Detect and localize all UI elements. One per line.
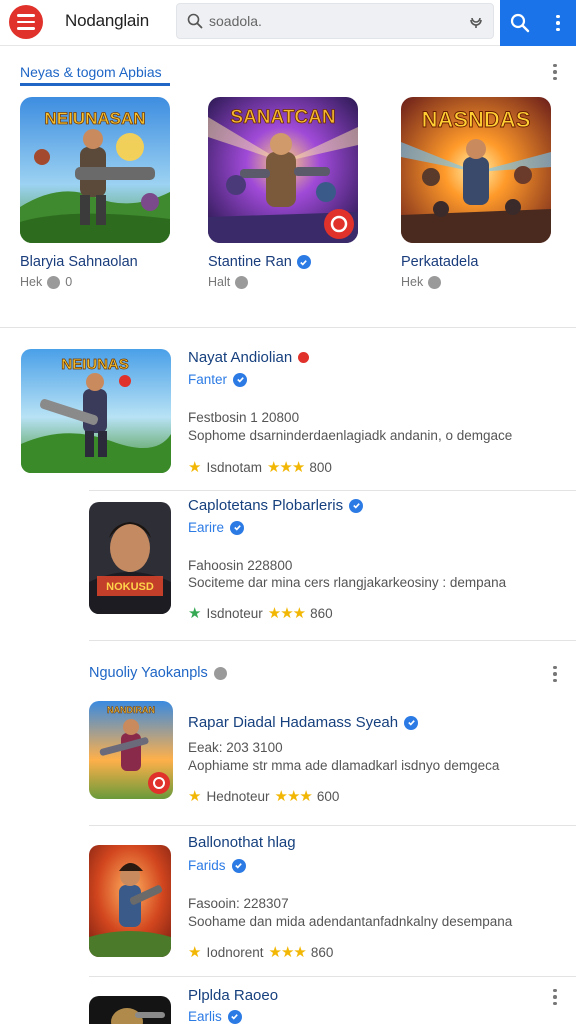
verified-icon [230, 520, 245, 535]
rating: ★ Isdnoteur ★★★ 860 [188, 605, 333, 622]
search-input[interactable] [209, 11, 449, 31]
menu-icon[interactable] [9, 5, 43, 39]
more-vert-icon[interactable] [547, 62, 563, 82]
artwork-logo-text: NANDIRAN [107, 705, 155, 715]
search-icon [510, 13, 530, 33]
divider [89, 640, 576, 641]
game-title[interactable]: Ballonothat hlag [188, 834, 296, 851]
artwork-logo-text: NEIUNASAN [44, 109, 145, 128]
card-meta: Hek [401, 275, 561, 289]
game-description: Sophome dsarninderdaenlagiadk andanin, o… [188, 428, 513, 443]
star-icon: ★ [188, 605, 202, 622]
game-title[interactable]: Caplotetans Plobarleris [188, 497, 364, 514]
game-title[interactable]: Rapar Diadal Hadamass Syeah [188, 714, 419, 731]
download-count: Eeak: 203 3100 [188, 740, 283, 755]
download-count: Fasooin: 228307 [188, 896, 289, 911]
artwork-logo-text: NEIUNAS [61, 356, 129, 373]
card-meta: Halt [208, 275, 368, 289]
stars-icon: ★★★ [266, 459, 305, 476]
verified-icon [227, 1009, 242, 1024]
more-vert-icon[interactable] [540, 0, 576, 46]
artwork-logo-text: SANATCAN [230, 107, 335, 128]
divider [0, 327, 576, 328]
star-icon: ★ [188, 459, 202, 476]
pin-icon [428, 275, 442, 289]
download-count: Fahoosin 228800 [188, 558, 293, 573]
rating: ★ Isdnotam ★★★ 800 [188, 459, 332, 476]
game-artwork: SANATCAN [208, 97, 358, 243]
stars-icon: ★★★ [268, 944, 307, 961]
game-artwork[interactable]: NANDIRAN [89, 701, 173, 799]
pin-icon [47, 275, 61, 289]
pin-icon [235, 275, 249, 289]
section-underline [20, 83, 170, 86]
top-app-bar: Nodanglain [0, 0, 576, 46]
app-title: Nodanglain [65, 11, 150, 30]
game-description: Aophiame str mma ade dlamadkarl isdnyo d… [188, 758, 500, 773]
card-title: Stantine Ran [208, 254, 368, 270]
game-artwork[interactable]: NOKUSD [89, 502, 171, 614]
search-field[interactable] [176, 3, 494, 39]
stars-icon: ★★★ [274, 788, 313, 805]
divider [89, 825, 576, 826]
publisher[interactable]: Farids [188, 858, 246, 873]
live-badge-icon [298, 352, 310, 363]
verified-icon [233, 372, 248, 387]
game-artwork: NASNDAS [401, 97, 551, 243]
game-artwork[interactable] [89, 845, 171, 957]
card-meta: Hek 0 [20, 275, 73, 289]
mic-icon[interactable] [469, 13, 483, 29]
verified-icon [231, 858, 246, 873]
publisher[interactable]: Fanter [188, 372, 248, 387]
verified-icon [404, 715, 419, 730]
game-artwork: NEIUNASAN [20, 97, 170, 243]
featured-section-title: Neyas & togom Apbias [20, 64, 162, 80]
search-button[interactable] [500, 0, 540, 46]
game-artwork[interactable]: NEIUNAS [21, 349, 171, 473]
card-title: Blaryia Sahnaolan [20, 254, 138, 270]
game-description: Sociteme dar mina cers rlangjakarkeosiny… [188, 575, 507, 590]
more-vert-icon[interactable] [547, 987, 563, 1007]
section-title: Nguoliy Yaokanpls [89, 665, 227, 681]
star-icon: ★ [188, 788, 202, 805]
game-description: Soohame dan mida adendantanfadnkalny des… [188, 914, 513, 929]
rating: ★ Hednoteur ★★★ 600 [188, 788, 340, 805]
game-title[interactable]: Plplda Raoeo [188, 987, 278, 1004]
card-title: Perkatadela [401, 254, 479, 270]
divider [89, 490, 576, 491]
info-icon[interactable] [213, 666, 227, 680]
featured-card[interactable]: SANATCAN Stantine Ran Halt [208, 97, 368, 289]
download-count: Festbosin 1 20800 [188, 410, 300, 425]
publisher[interactable]: Earlis [188, 1009, 242, 1024]
rating: ★ Iodnorent ★★★ 860 [188, 944, 334, 961]
more-vert-icon[interactable] [547, 664, 563, 684]
star-icon: ★ [188, 944, 202, 961]
verified-icon [349, 498, 364, 513]
divider [89, 976, 576, 977]
publisher[interactable]: Earire [188, 520, 245, 535]
game-artwork[interactable] [89, 996, 171, 1024]
artwork-logo-text: NASNDAS [422, 107, 531, 132]
featured-card[interactable]: NASNDAS Perkatadela Hek [401, 97, 561, 289]
artwork-logo-text: NOKUSD [106, 581, 154, 593]
featured-card[interactable]: NEIUNASAN Blaryia Sahnaolan Hek 0 [20, 97, 180, 289]
stars-icon: ★★★ [267, 605, 306, 622]
game-title[interactable]: Nayat Andiolian [188, 349, 310, 366]
search-icon [187, 13, 203, 29]
verified-icon [296, 255, 311, 269]
